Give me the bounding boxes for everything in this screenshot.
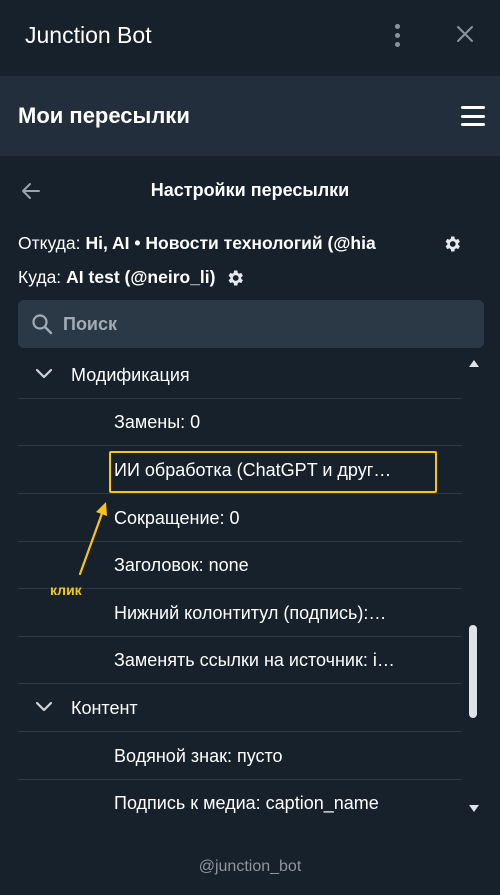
list-item-replacements[interactable]: Замены: 0: [18, 399, 462, 446]
scroll-down-arrow-icon[interactable]: [468, 804, 480, 814]
list-item-label: Подпись к медиа: caption_name: [114, 793, 379, 813]
search-placeholder: Поиск: [63, 314, 118, 334]
chevron-down-icon: [35, 368, 53, 379]
search-input[interactable]: Поиск: [18, 300, 484, 348]
scrollbar-thumb[interactable]: [469, 625, 477, 718]
list-item-label: Заголовок: none: [114, 555, 249, 575]
list-item-label: Заменять ссылки на источник: i…: [114, 650, 395, 670]
to-label: Куда:: [18, 267, 62, 287]
scroll-up-arrow-icon[interactable]: [468, 358, 480, 368]
list-item-label: Сокращение: 0: [114, 508, 240, 528]
page-title: Мои пересылки: [18, 103, 190, 128]
list-scrollbar[interactable]: [466, 352, 482, 822]
hamburger-menu-icon[interactable]: [461, 106, 485, 126]
list-item-label: Нижний колонтитул (подпись):…: [114, 603, 387, 623]
gear-icon[interactable]: [442, 234, 462, 254]
list-item-watermark[interactable]: Водяной знак: пусто: [18, 733, 462, 780]
bot-handle-footer: @junction_bot: [198, 858, 302, 875]
window-titlebar: Junction Bot: [0, 0, 500, 74]
more-options-icon[interactable]: [388, 22, 406, 48]
from-value: Hi, AI • Новости технологий (@hia: [85, 233, 376, 253]
top-header: Мои пересылки: [0, 76, 500, 156]
route-from: Откуда: Hi, AI • Новости технологий (@hi…: [18, 233, 462, 254]
chevron-down-icon: [35, 701, 53, 712]
pointer-arrow-icon: [78, 502, 107, 576]
from-label: Откуда:: [18, 233, 81, 253]
app-title: Junction Bot: [25, 22, 152, 48]
click-annotation-label: клик: [50, 582, 82, 598]
section-modification[interactable]: Модификация: [18, 352, 462, 399]
highlight-box: [109, 451, 437, 493]
screen-title: Настройки пересылки: [150, 180, 350, 200]
settings-list: Модификация Замены: 0 ИИ обработка (Chat…: [18, 352, 462, 822]
to-value: AI test (@neiro_li): [66, 267, 216, 287]
search-icon: [32, 314, 53, 335]
list-item-label: Водяной знак: пусто: [114, 746, 283, 766]
list-item-media-caption[interactable]: Подпись к медиа: caption_name: [18, 780, 462, 822]
list-item-footer-signature[interactable]: Нижний колонтитул (подпись):…: [18, 590, 462, 637]
section-title: Контент: [71, 698, 138, 718]
list-item-label: Замены: 0: [114, 412, 201, 432]
route-to: Куда: AI test (@neiro_li): [18, 267, 245, 288]
section-content[interactable]: Контент: [18, 685, 462, 732]
section-title: Модификация: [71, 365, 190, 385]
gear-icon[interactable]: [225, 268, 245, 288]
list-item-replace-source-links[interactable]: Заменять ссылки на источник: i…: [18, 637, 462, 684]
close-icon[interactable]: [453, 22, 477, 46]
